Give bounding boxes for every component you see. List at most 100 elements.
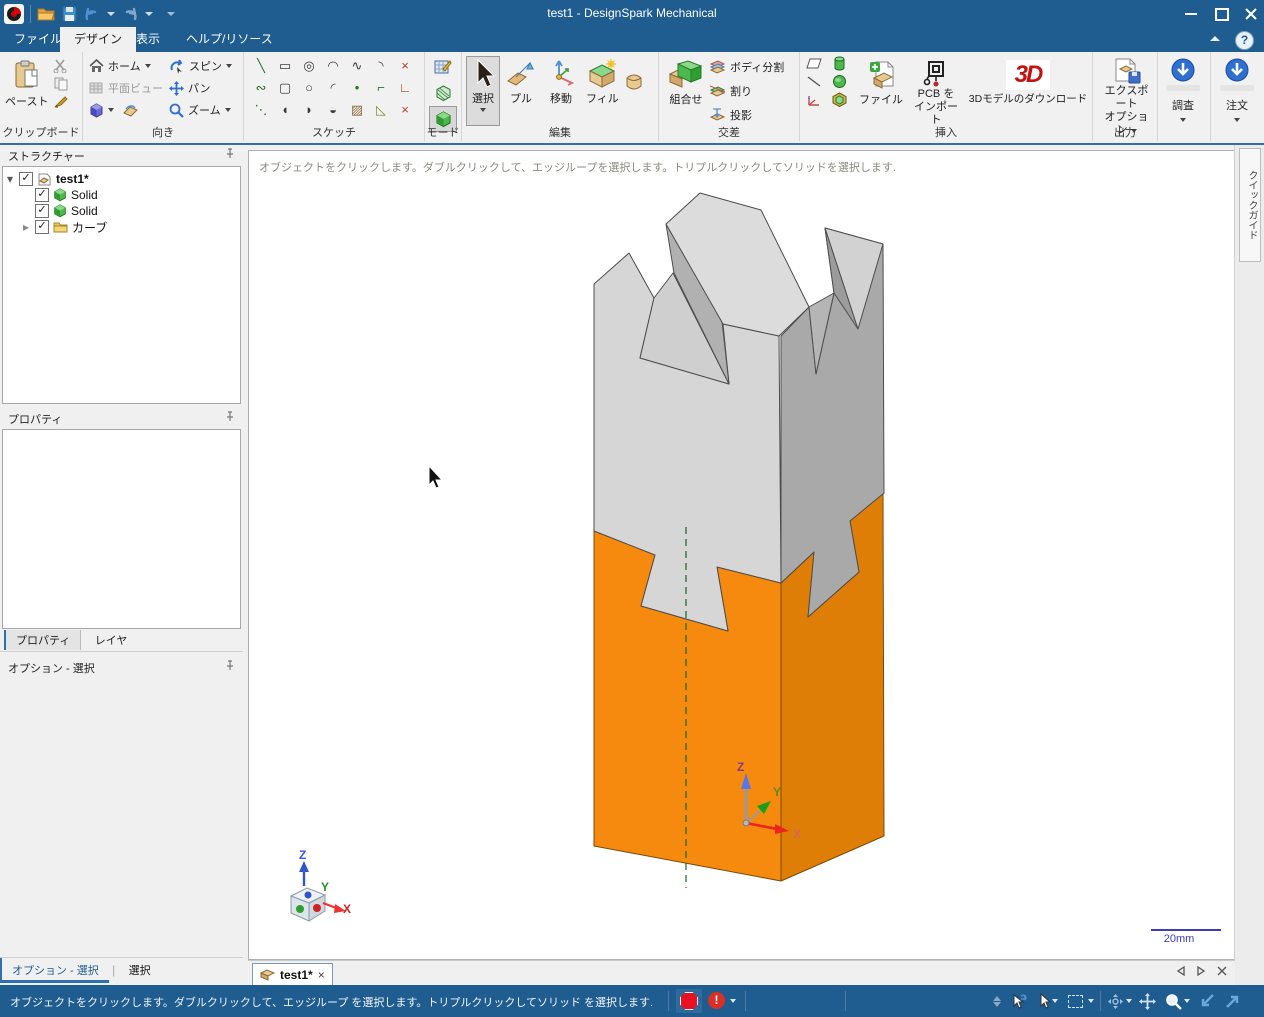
close-document-icon[interactable]: × bbox=[318, 968, 325, 982]
collapse-ribbon-button[interactable] bbox=[1210, 36, 1220, 41]
paste-button[interactable]: ペースト bbox=[1, 57, 52, 112]
tree-item-curves[interactable]: ▸ ✓ カーブ bbox=[5, 219, 238, 235]
blend-tool-icon[interactable] bbox=[624, 72, 644, 94]
quick-guide-tab[interactable]: クイックガイド bbox=[1239, 148, 1261, 262]
sketch-corner-icon[interactable]: ⌐ bbox=[369, 77, 393, 99]
sketch-spline-icon[interactable]: ∿ bbox=[345, 55, 369, 77]
cut-icon[interactable] bbox=[53, 59, 69, 73]
order-button[interactable]: 注文 bbox=[1216, 54, 1258, 140]
home-view-button[interactable]: ホーム bbox=[89, 55, 163, 77]
help-icon[interactable]: ? bbox=[1235, 31, 1254, 50]
spin-view-icon[interactable] bbox=[1106, 992, 1124, 1010]
navigation-cube[interactable]: Z Y X bbox=[289, 848, 351, 922]
undo-view-icon[interactable] bbox=[1010, 992, 1028, 1010]
plan-view-button[interactable]: 平面ビュー bbox=[89, 77, 163, 99]
zoom-out-arrow-icon[interactable] bbox=[1198, 992, 1216, 1010]
sketch-spline-points-icon[interactable]: ∾ bbox=[249, 77, 273, 99]
sketch-ellipse2-icon[interactable]: ◗ bbox=[297, 99, 321, 121]
zoom-view-icon[interactable] bbox=[1164, 992, 1182, 1010]
viewport-3d[interactable]: オブジェクトをクリックします。ダブルクリックして、エッジループを選択します。トリ… bbox=[248, 150, 1237, 960]
visibility-checkbox[interactable]: ✓ bbox=[35, 188, 49, 202]
section-mode-button[interactable] bbox=[429, 80, 457, 106]
insert-file-button[interactable]: ファイル bbox=[855, 57, 907, 110]
sketch-mode-button[interactable] bbox=[429, 54, 457, 80]
pin-icon[interactable] bbox=[224, 411, 235, 422]
close-button[interactable] bbox=[1244, 7, 1258, 21]
sketch-rectangle-icon[interactable]: ▭ bbox=[273, 55, 297, 77]
sketch-construction-line-icon[interactable]: ⋱ bbox=[249, 99, 273, 121]
project-button[interactable]: 投影 bbox=[709, 104, 784, 126]
insert-shell-icon[interactable] bbox=[832, 92, 847, 107]
tab-select[interactable]: 選択 bbox=[119, 958, 161, 983]
split-button[interactable]: 割り bbox=[709, 80, 784, 102]
pin-icon[interactable] bbox=[224, 660, 235, 671]
split-body-button[interactable]: ボディ分割 bbox=[709, 56, 784, 78]
pan-view-icon[interactable] bbox=[1138, 992, 1156, 1010]
expand-icon[interactable]: ▾ bbox=[5, 172, 15, 186]
tab-display[interactable]: 表示 bbox=[122, 27, 174, 52]
tab-options-select[interactable]: オプション - 選択 bbox=[0, 958, 109, 983]
sketch-sweep-arc-icon[interactable]: ◝ bbox=[369, 55, 393, 77]
sketch-tangent-arc-icon[interactable]: ◠ bbox=[321, 55, 345, 77]
sketch-trim-icon[interactable]: × bbox=[393, 55, 417, 77]
import-pcb-button[interactable]: PCB をインポート bbox=[909, 57, 963, 130]
collapse-icon[interactable]: ▸ bbox=[21, 220, 31, 234]
spin-increment-control[interactable] bbox=[988, 992, 1006, 1010]
combine-button[interactable]: 組合せ bbox=[664, 57, 708, 110]
tree-item-solid[interactable]: ✓ Solid bbox=[5, 203, 238, 219]
visibility-checkbox[interactable]: ✓ bbox=[19, 172, 33, 186]
error-dropdown[interactable] bbox=[730, 999, 736, 1003]
sketch-split-curve-icon[interactable]: ∟ bbox=[393, 77, 417, 99]
visibility-checkbox[interactable]: ✓ bbox=[35, 204, 49, 218]
selection-box-icon[interactable] bbox=[1066, 992, 1084, 1010]
view-cube-button[interactable] bbox=[89, 99, 163, 121]
insert-sphere-icon[interactable] bbox=[832, 74, 847, 89]
tab-scroll-right-icon[interactable] bbox=[1197, 966, 1205, 976]
format-painter-icon[interactable] bbox=[53, 95, 69, 109]
spin-button[interactable]: スピン bbox=[169, 55, 232, 77]
tab-layers[interactable]: レイヤ bbox=[85, 630, 138, 650]
fill-tool-button[interactable]: フィル bbox=[582, 56, 623, 109]
investigate-button[interactable]: 調査 bbox=[1162, 54, 1204, 140]
stop-button[interactable] bbox=[676, 989, 702, 1013]
tab-properties[interactable]: プロパティ bbox=[4, 630, 82, 650]
tree-item-design[interactable]: ▾ ✓ test1* bbox=[5, 171, 238, 187]
sketch-line-icon[interactable]: ╲ bbox=[249, 55, 273, 77]
insert-axis-icon[interactable] bbox=[806, 75, 822, 88]
sketch-circle-icon[interactable]: ◎ bbox=[297, 55, 321, 77]
error-indicator[interactable]: ! bbox=[708, 992, 725, 1009]
download-3d-model-button[interactable]: 3D 3Dモデルのダウンロード bbox=[965, 57, 1091, 109]
sketch-plane-view-icon[interactable] bbox=[122, 103, 139, 117]
sketch-ellipse-icon[interactable]: ◖ bbox=[273, 99, 297, 121]
sketch-construction-circle-icon[interactable]: ○ bbox=[297, 77, 321, 99]
pin-icon[interactable] bbox=[224, 148, 235, 159]
tree-item-solid[interactable]: ✓ Solid bbox=[5, 187, 238, 203]
zoom-view-dropdown[interactable] bbox=[1184, 999, 1190, 1003]
select-tool-button[interactable]: 選択 bbox=[466, 56, 500, 126]
spin-view-dropdown[interactable] bbox=[1126, 999, 1132, 1003]
selection-box-dropdown[interactable] bbox=[1088, 999, 1094, 1003]
insert-origin-icon[interactable] bbox=[806, 93, 822, 107]
sketch-chamfer-icon[interactable]: ◺ bbox=[369, 99, 393, 121]
maximize-button[interactable] bbox=[1214, 7, 1229, 21]
insert-plane-icon[interactable] bbox=[806, 57, 822, 70]
select-mode-dropdown[interactable] bbox=[1052, 999, 1058, 1003]
pull-tool-button[interactable]: プル bbox=[502, 56, 540, 109]
zoom-in-arrow-icon[interactable] bbox=[1224, 992, 1242, 1010]
document-tab-test1[interactable]: test1* × bbox=[252, 963, 333, 986]
sketch-arc-icon[interactable]: ◜ bbox=[321, 77, 345, 99]
sketch-fill-icon[interactable]: ▨ bbox=[345, 99, 369, 121]
minimize-button[interactable] bbox=[1184, 7, 1198, 21]
sketch-partial-ellipse-icon[interactable]: ◒ bbox=[321, 99, 345, 121]
tab-scroll-left-icon[interactable] bbox=[1177, 966, 1185, 976]
close-tab-icon[interactable] bbox=[1217, 966, 1227, 976]
zoom-button[interactable]: ズーム bbox=[169, 99, 232, 121]
visibility-checkbox[interactable]: ✓ bbox=[35, 220, 49, 234]
pan-button[interactable]: パン bbox=[169, 77, 232, 99]
sketch-point-icon[interactable]: • bbox=[345, 77, 369, 99]
tab-help-resources[interactable]: ヘルプ/リソース bbox=[172, 27, 287, 52]
sketch-delete-icon[interactable]: × bbox=[393, 99, 417, 121]
copy-icon[interactable] bbox=[53, 77, 69, 91]
insert-cylinder-icon[interactable] bbox=[832, 56, 847, 71]
move-tool-button[interactable]: 移動 bbox=[542, 56, 580, 109]
